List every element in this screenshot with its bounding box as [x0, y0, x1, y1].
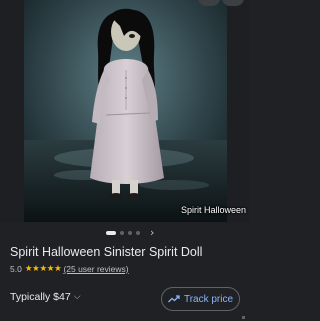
carousel-dot-active[interactable] — [106, 231, 116, 235]
chevron-down-icon: ⌵ — [73, 292, 81, 302]
typical-price-dropdown[interactable]: Typically $47 ⌵ — [10, 291, 81, 303]
image-watermark: Spirit Halloween — [181, 205, 247, 215]
rating-value: 5.0 — [10, 264, 22, 274]
product-photo[interactable] — [24, 0, 227, 222]
carousel-dot[interactable] — [120, 231, 124, 235]
image-carousel-controls: › — [0, 226, 250, 240]
carousel-dot[interactable] — [136, 231, 140, 235]
doll-image — [24, 0, 227, 222]
chevron-right-icon[interactable]: › — [150, 226, 154, 239]
star-rating-icon: ★★★★★ — [24, 264, 62, 274]
carousel-indicator — [106, 231, 140, 235]
reviews-link[interactable]: (25 user reviews) — [63, 264, 128, 274]
next-section-icon — [242, 316, 245, 319]
track-price-label: Track price — [183, 293, 234, 305]
track-price-button[interactable]: Track price — [161, 287, 240, 311]
carousel-dot[interactable] — [128, 231, 132, 235]
next-section-peek — [10, 316, 245, 321]
product-title: Spirit Halloween Sinister Spirit Doll — [10, 245, 203, 259]
trending-up-icon — [167, 295, 180, 303]
rating-summary: 5.0 ★★★★★ (25 user reviews) — [10, 263, 129, 275]
product-image-panel[interactable]: Spirit Halloween — [0, 0, 250, 222]
typical-price-label: Typically $47 — [10, 291, 71, 303]
